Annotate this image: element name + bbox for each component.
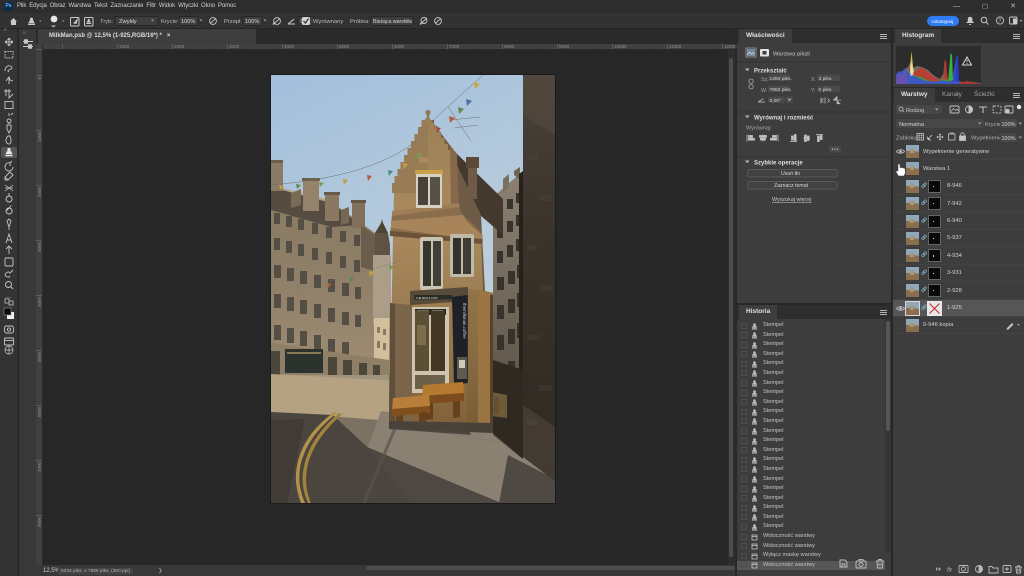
svg-text:Usuń tło: Usuń tło xyxy=(781,171,800,177)
svg-text:X:: X: xyxy=(811,77,816,83)
svg-text:?: ? xyxy=(998,19,1001,25)
svg-text:Przepł.:: Przepł.: xyxy=(224,19,244,25)
svg-text:Udostępnij: Udostępnij xyxy=(932,19,954,24)
svg-text:1384 piks.: 1384 piks. xyxy=(770,76,792,82)
svg-text:Y:: Y: xyxy=(811,88,816,94)
svg-text:0 piks.: 0 piks. xyxy=(819,87,833,93)
svg-text:Wyrównany: Wyrównany xyxy=(313,19,343,25)
svg-text:3 piks.: 3 piks. xyxy=(819,76,833,82)
svg-text:100%: 100% xyxy=(1002,136,1016,142)
svg-text:100%: 100% xyxy=(245,19,259,25)
svg-text:Wyrównaj i rozmieść: Wyrównaj i rozmieść xyxy=(754,116,814,122)
svg-text:Wyrównaj:: Wyrównaj: xyxy=(746,126,772,132)
svg-text:fx: fx xyxy=(947,567,953,574)
svg-text:W:: W: xyxy=(761,88,767,94)
svg-text:Tryb:: Tryb: xyxy=(100,19,113,25)
svg-text:Przekształć: Przekształć xyxy=(754,69,787,75)
svg-text:Normalna: Normalna xyxy=(899,122,925,128)
svg-text:themilkman.coffee: themilkman.coffee xyxy=(462,303,467,339)
svg-text:THE MILK & COW: THE MILK & COW xyxy=(416,296,438,300)
svg-text:Szybkie operacje: Szybkie operacje xyxy=(754,161,803,167)
svg-text:Rodzaj: Rodzaj xyxy=(906,108,924,114)
svg-text:Zwykły: Zwykły xyxy=(119,19,137,25)
svg-text:»: » xyxy=(4,27,7,33)
svg-text:Próbka:: Próbka: xyxy=(350,19,370,25)
svg-text:Wyszukaj więcej: Wyszukaj więcej xyxy=(772,197,812,203)
svg-text:7952 piks.: 7952 piks. xyxy=(770,87,792,93)
svg-text:Krycie:: Krycie: xyxy=(161,19,179,25)
svg-text:100%: 100% xyxy=(181,19,195,25)
svg-text:Warstwa piksli: Warstwa piksli xyxy=(773,52,810,58)
svg-text:100%: 100% xyxy=(1002,122,1016,128)
svg-text:0,00°: 0,00° xyxy=(770,98,782,104)
svg-text:Sz:: Sz: xyxy=(761,77,769,83)
svg-text:Zablokuj:: Zablokuj: xyxy=(896,136,920,142)
svg-text:Wypełnienie:: Wypełnienie: xyxy=(971,136,1005,142)
svg-text:Zaznacz temat: Zaznacz temat xyxy=(774,183,809,189)
